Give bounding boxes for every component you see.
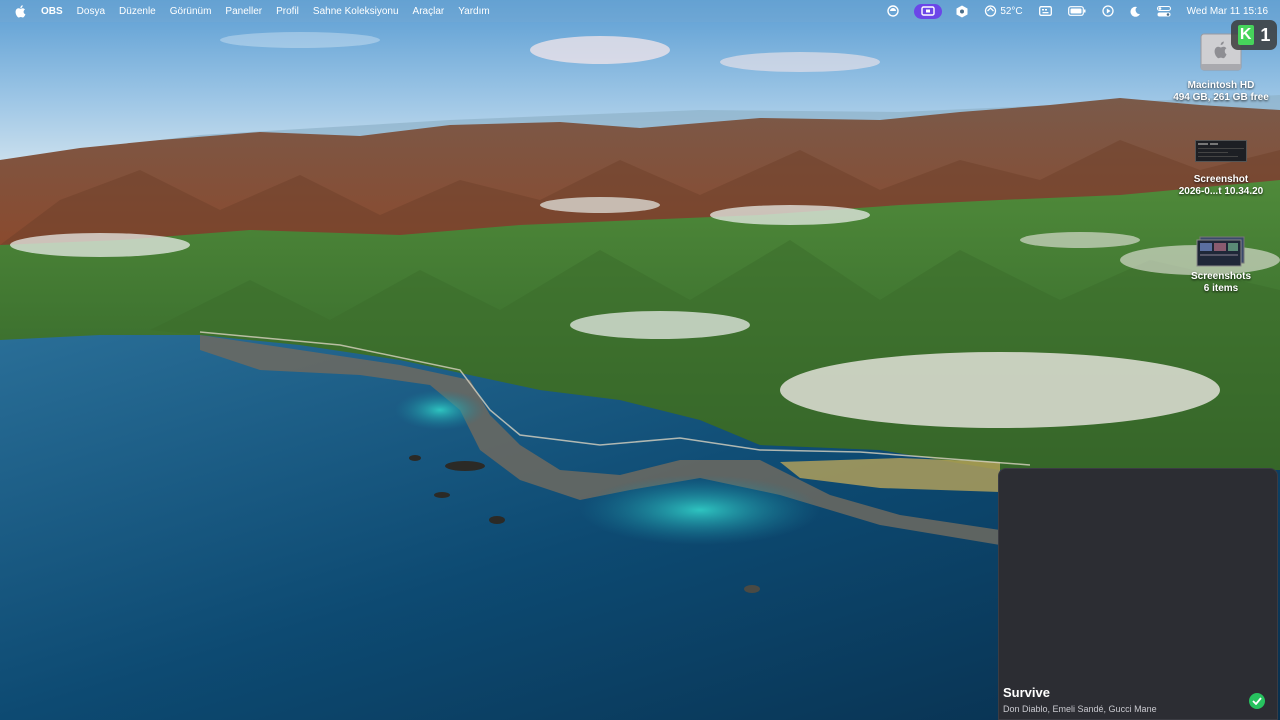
track-title: Survive (1003, 685, 1050, 700)
k-badge[interactable]: K 1 (1231, 20, 1277, 50)
status-area: 52°C Wed Mar 11 15:16 (878, 0, 1280, 22)
k-logo-icon: K (1237, 25, 1254, 45)
control-center-icon[interactable] (1156, 5, 1171, 17)
menu-paneller[interactable]: Paneller (225, 6, 262, 17)
moon-icon[interactable] (1130, 6, 1141, 17)
k-badge-count: 1 (1260, 24, 1271, 45)
screenshots-name: Screenshots (1190, 271, 1252, 282)
screenshot-info: 2026-0...t 10.34.20 (1178, 186, 1264, 197)
cloud-sync-icon[interactable] (886, 5, 900, 17)
desktop-icon-screenshots-folder[interactable]: Screenshots 6 items (1161, 235, 1280, 295)
menubar-clock[interactable]: Wed Mar 11 15:16 (1187, 6, 1268, 17)
battery-icon[interactable] (1067, 6, 1086, 16)
screenshots-info: 6 items (1203, 283, 1239, 294)
menu-duzenle[interactable]: Düzenle (119, 6, 156, 17)
hd-name: Macintosh HD (1187, 80, 1255, 91)
play-icon[interactable] (1102, 5, 1114, 17)
hexagon-app-icon[interactable] (956, 5, 968, 18)
keyboard-icon[interactable] (1038, 6, 1052, 16)
menu-bar: OBS Dosya Düzenle Görünüm Paneller Profi… (0, 0, 1280, 22)
obs-status-icon[interactable] (914, 3, 943, 19)
menu-app-obs[interactable]: OBS (41, 6, 63, 17)
screenshot-thumbnail-icon (1195, 140, 1247, 162)
menu-dosya[interactable]: Dosya (77, 6, 105, 17)
menu-yardim[interactable]: Yardım (458, 6, 490, 17)
now-playing-widget[interactable]: Survive Don Diablo, Emeli Sandé, Gucci M… (998, 468, 1278, 720)
temperature-label: 52°C (1000, 5, 1023, 17)
menu-sahne-koleksiyonu[interactable]: Sahne Koleksiyonu (313, 6, 399, 17)
menu-araclar[interactable]: Araçlar (413, 6, 445, 17)
checkmark-icon[interactable] (1249, 693, 1265, 709)
menu-gorunum[interactable]: Görünüm (170, 6, 212, 17)
desktop-icon-screenshot[interactable]: Screenshot 2026-0...t 10.34.20 (1161, 140, 1280, 198)
screenshots-stack-icon (1196, 235, 1246, 267)
apple-menu-icon[interactable] (13, 4, 27, 18)
hd-info: 494 GB, 261 GB free (1173, 92, 1269, 103)
track-artist: Don Diablo, Emeli Sandé, Gucci Mane (1003, 704, 1157, 714)
temperature-status[interactable]: 52°C (984, 5, 1023, 17)
menu-profil[interactable]: Profil (276, 6, 299, 17)
screenshot-name: Screenshot (1193, 174, 1249, 185)
